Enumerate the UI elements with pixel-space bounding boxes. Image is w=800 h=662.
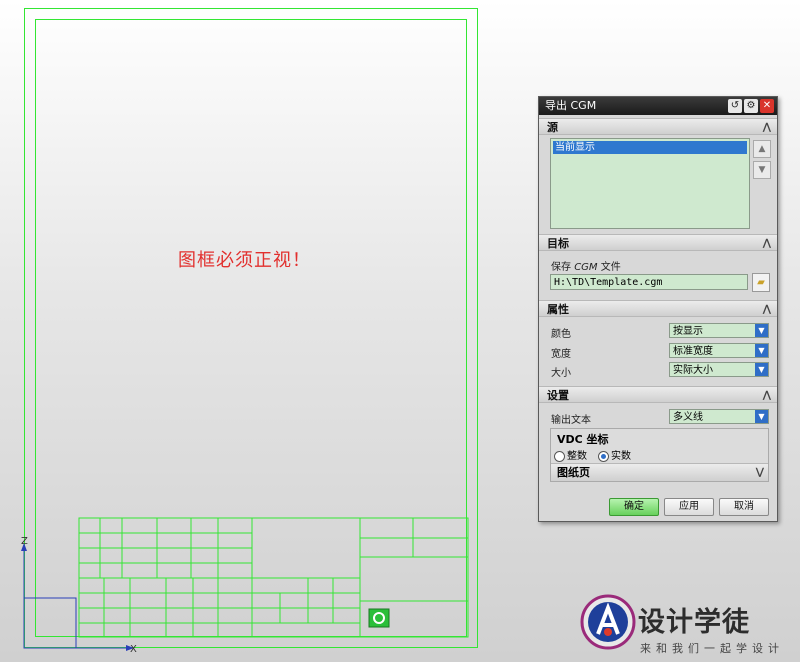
target-section-header[interactable]: 目标 ⋀	[539, 234, 777, 251]
vdc-title: VDC 坐标	[557, 433, 609, 446]
dropdown-icon[interactable]: ▼	[755, 363, 768, 376]
collapse-icon[interactable]: ⋀	[763, 235, 771, 252]
source-heading: 源	[547, 121, 558, 134]
folder-icon[interactable]: ▰	[752, 273, 770, 292]
color-label: 颜色	[551, 329, 571, 340]
output-text-select[interactable]: 多义线 ▼	[669, 409, 769, 424]
export-cgm-dialog: 导出 CGM ↺ ⚙ ✕ 源 ⋀ 当前显示 ▲ ▼ 目标 ⋀ 保存 CGM 文件…	[538, 96, 778, 522]
settings-heading: 设置	[547, 389, 569, 402]
move-up-icon[interactable]: ▲	[753, 140, 771, 158]
save-cgm-label: 保存 CGM 文件	[551, 262, 621, 273]
size-select[interactable]: 实际大小 ▼	[669, 362, 769, 377]
vdc-integer-radio[interactable]: 整数	[554, 447, 587, 462]
watermark-subtitle: 来和我们一起学设计	[640, 642, 784, 655]
properties-section-header[interactable]: 属性 ⋀	[539, 300, 777, 317]
dropdown-icon[interactable]: ▼	[755, 410, 768, 423]
source-list[interactable]: 当前显示	[550, 138, 750, 229]
width-select[interactable]: 标准宽度 ▼	[669, 343, 769, 358]
move-down-icon[interactable]: ▼	[753, 161, 771, 179]
dialog-titlebar[interactable]: 导出 CGM ↺ ⚙ ✕	[539, 97, 777, 115]
axis-x-label: X	[130, 644, 137, 655]
drawing-frame-inner	[35, 19, 467, 637]
radio-off-icon	[554, 450, 565, 462]
settings-section-header[interactable]: 设置 ⋀	[539, 386, 777, 403]
output-text-label: 输出文本	[551, 415, 591, 426]
vdc-real-radio[interactable]: 实数	[598, 447, 631, 462]
watermark-logo-icon	[580, 594, 636, 650]
cancel-button[interactable]: 取消	[719, 498, 769, 516]
target-heading: 目标	[547, 237, 569, 250]
color-select[interactable]: 按显示 ▼	[669, 323, 769, 338]
logo-icon	[368, 608, 390, 628]
expand-icon[interactable]: ⋁	[756, 464, 764, 482]
source-list-item[interactable]: 当前显示	[553, 141, 747, 154]
dropdown-icon[interactable]: ▼	[755, 324, 768, 337]
dialog-title: 导出 CGM	[545, 99, 597, 112]
sheet-label: 图纸页	[557, 466, 590, 479]
reset-icon[interactable]: ↺	[728, 99, 742, 113]
watermark-title: 设计学徒	[638, 607, 750, 638]
collapse-icon[interactable]: ⋀	[763, 301, 771, 318]
gear-icon[interactable]: ⚙	[744, 99, 758, 113]
collapse-icon[interactable]: ⋀	[763, 119, 771, 136]
properties-heading: 属性	[547, 303, 569, 316]
apply-button[interactable]: 应用	[664, 498, 714, 516]
cgm-path-field[interactable]: H:\TD\Template.cgm	[550, 274, 748, 290]
drawing-sheets-row[interactable]: 图纸页 ⋁	[551, 463, 768, 481]
frame-warning-text: 图框必须正视！	[178, 250, 311, 271]
vdc-coordinates-group: VDC 坐标 整数 实数 图纸页 ⋁	[550, 428, 769, 482]
radio-on-icon	[598, 450, 609, 462]
size-label: 大小	[551, 368, 571, 379]
axis-z-label: Z	[21, 536, 28, 547]
collapse-icon[interactable]: ⋀	[763, 387, 771, 404]
dropdown-icon[interactable]: ▼	[755, 344, 768, 357]
ok-button[interactable]: 确定	[609, 498, 659, 516]
source-section-header[interactable]: 源 ⋀	[539, 118, 777, 135]
width-label: 宽度	[551, 349, 571, 360]
close-icon[interactable]: ✕	[760, 99, 774, 113]
